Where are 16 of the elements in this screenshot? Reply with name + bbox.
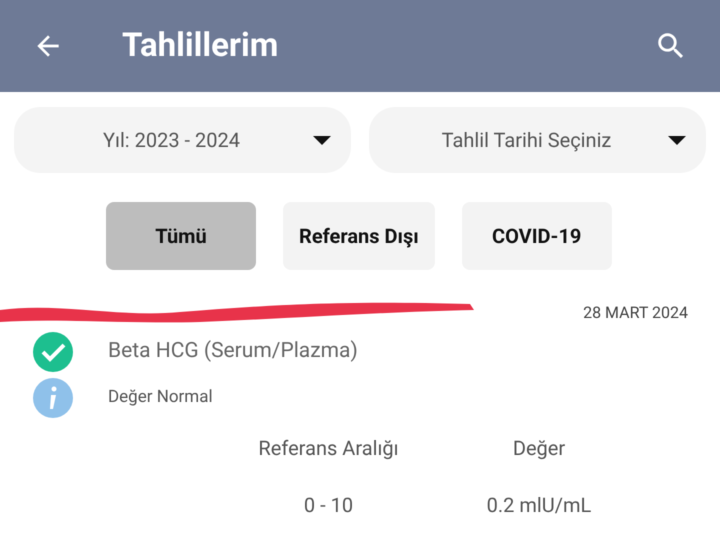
info-icon <box>33 378 73 418</box>
caret-icon <box>668 136 686 144</box>
result-date: 28 MART 2024 <box>583 302 688 324</box>
page-title: Tahlillerim <box>122 25 278 68</box>
filter-tab[interactable]: COVID-19 <box>462 202 612 270</box>
filter-tab[interactable]: Tümü <box>106 202 256 270</box>
test-name: Beta HCG (Serum/Plazma) <box>108 338 358 366</box>
table-cell-text: 0.2 mlU/mL <box>486 492 592 519</box>
column-header: Değer <box>512 435 566 462</box>
dropdown[interactable]: Yıl: 2023 - 2024 <box>14 107 351 173</box>
column-header: Referans Aralığı <box>257 435 400 462</box>
table-cell-text: 0 - 10 <box>302 492 354 519</box>
caret-icon <box>313 136 331 144</box>
status-text: Değer Normal <box>108 386 213 410</box>
filter-tab[interactable]: Referans Dışı <box>283 202 435 270</box>
dropdown[interactable]: Tahlil Tarihi Seçiniz <box>369 107 706 173</box>
